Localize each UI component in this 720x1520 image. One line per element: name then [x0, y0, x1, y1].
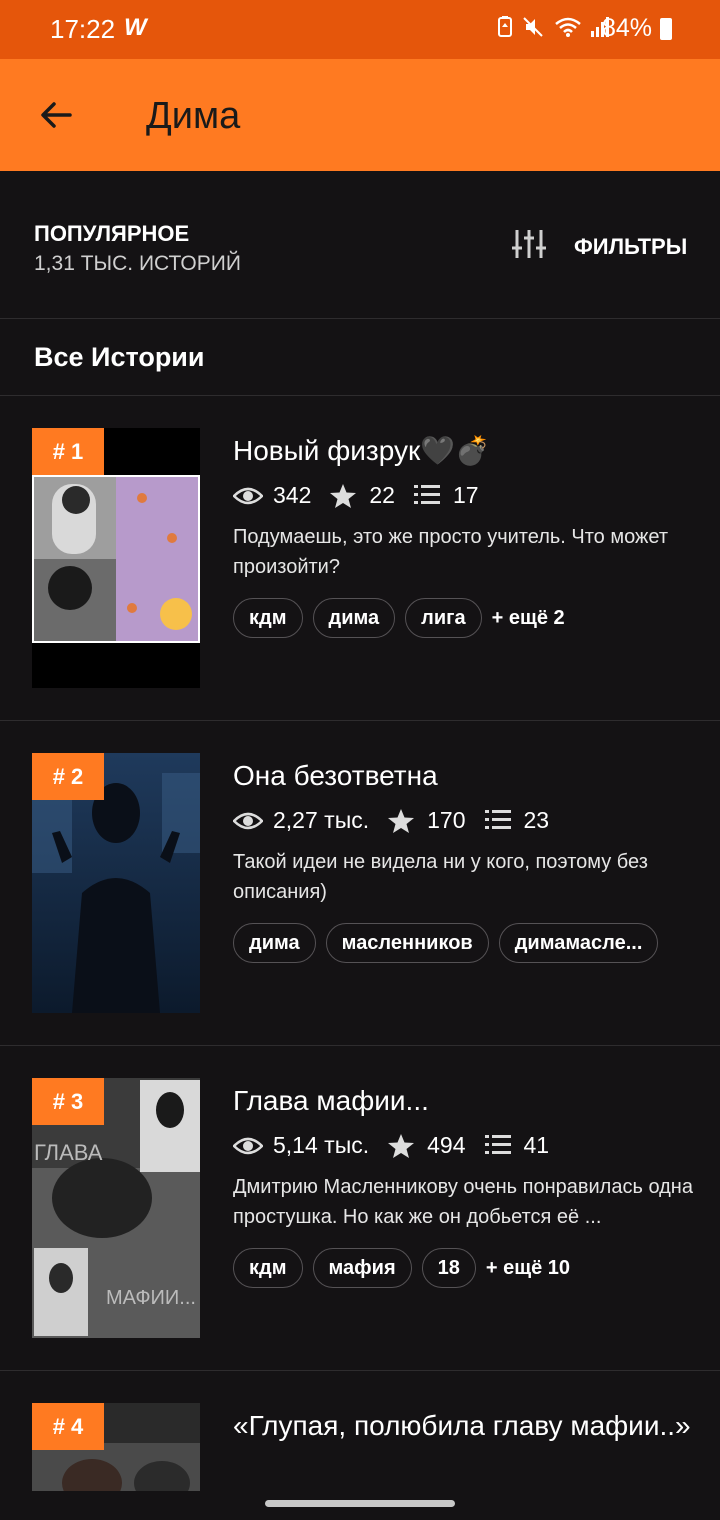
story-item[interactable]: # 1 Новый физрук🖤💣 342 22 17 Подумаешь, … [0, 396, 720, 721]
star-icon [387, 1133, 417, 1159]
more-tags[interactable]: + ещё 10 [486, 1257, 570, 1280]
more-tags[interactable]: + ещё 2 [492, 607, 565, 630]
story-description: Такой идеи не видела ни у кого, поэтому … [233, 851, 648, 903]
app-bar: Дима [0, 59, 720, 171]
story-item[interactable]: # 2 Она безответна 2,27 тыс. 170 23 Тако… [0, 721, 720, 1046]
rank-badge: # 1 [32, 428, 104, 475]
back-arrow-icon[interactable] [36, 95, 76, 135]
cover-text-top: ГЛАВА [34, 1140, 103, 1165]
views-count: 342 [273, 482, 312, 508]
story-item[interactable]: # 4 «Глупая, полюбила главу мафии..» [0, 1371, 720, 1491]
section-title: Все Истории [34, 342, 205, 372]
eye-icon [232, 483, 264, 509]
eye-icon [232, 808, 264, 834]
status-bar: 17:22 W 84% [0, 0, 720, 59]
votes-count: 170 [427, 807, 466, 833]
tag-chip[interactable]: дима [233, 923, 316, 963]
story-title[interactable]: Она безответна [233, 759, 693, 793]
tags-row: кдм мафия 18 + ещё 10 [233, 1248, 570, 1288]
wattpad-logo-icon: W [124, 14, 147, 41]
tag-chip[interactable]: лига [405, 598, 482, 638]
story-description: Дмитрию Масленникову очень понравилась о… [233, 1176, 693, 1228]
story-stats: 2,27 тыс. 170 23 [232, 807, 567, 834]
cover-text-bottom: МАФИИ... [106, 1287, 196, 1309]
mute-icon [522, 16, 546, 43]
tag-chip[interactable]: кдм [233, 1248, 303, 1288]
stories-count: 1,31 ТЫС. ИСТОРИЙ [34, 252, 241, 275]
status-time: 17:22 [50, 14, 116, 44]
list-icon [413, 483, 443, 509]
parts-count: 17 [452, 482, 479, 508]
story-description: Подумаешь, это же просто учитель. Что мо… [233, 526, 668, 578]
tag-chip[interactable]: дима [312, 598, 396, 638]
list-icon [484, 1133, 514, 1159]
tag-chip[interactable]: кдм [233, 598, 303, 638]
views-count: 2,27 тыс. [273, 807, 370, 833]
rank-badge: # 2 [32, 753, 104, 800]
views-count: 5,14 тыс. [273, 1132, 370, 1158]
sort-label[interactable]: ПОПУЛЯРНОЕ [34, 221, 189, 247]
eye-icon [232, 1133, 264, 1159]
story-title[interactable]: Глава мафии... [233, 1084, 693, 1118]
story-item[interactable]: ГЛАВА МАФИИ... # 3 Глава мафии... 5,14 т… [0, 1046, 720, 1371]
tags-row: дима масленников димамасле... [233, 923, 659, 963]
votes-count: 494 [427, 1132, 466, 1158]
tag-chip[interactable]: мафия [312, 1248, 412, 1288]
filters-button[interactable]: ФИЛЬТРЫ [574, 234, 687, 260]
tag-chip[interactable]: 18 [421, 1248, 476, 1288]
wifi-icon [554, 16, 582, 43]
story-title[interactable]: Новый физрук🖤💣 [233, 434, 693, 468]
star-icon [329, 483, 359, 509]
sliders-icon[interactable] [512, 228, 546, 260]
star-icon [387, 808, 417, 834]
battery-percent: 84% [601, 14, 652, 42]
filter-bar: ПОПУЛЯРНОЕ 1,31 ТЫС. ИСТОРИЙ ФИЛЬТРЫ [0, 171, 720, 319]
status-icons [496, 16, 610, 43]
page-title: Дима [146, 95, 241, 137]
parts-count: 41 [523, 1132, 550, 1158]
home-indicator[interactable] [265, 1500, 455, 1507]
rank-badge: # 3 [32, 1078, 104, 1125]
story-stats: 342 22 17 [232, 482, 497, 509]
list-icon [484, 808, 514, 834]
story-stats: 5,14 тыс. 494 41 [232, 1132, 567, 1159]
tag-chip[interactable]: димамасле... [498, 923, 659, 963]
parts-count: 23 [523, 807, 550, 833]
rank-badge: # 4 [32, 1403, 104, 1450]
battery-saver-icon [496, 16, 514, 43]
tags-row: кдм дима лига + ещё 2 [233, 598, 565, 638]
votes-count: 22 [369, 482, 395, 508]
story-title[interactable]: «Глупая, полюбила главу мафии..» [233, 1409, 693, 1443]
battery-icon [660, 18, 672, 40]
tag-chip[interactable]: масленников [325, 923, 489, 963]
